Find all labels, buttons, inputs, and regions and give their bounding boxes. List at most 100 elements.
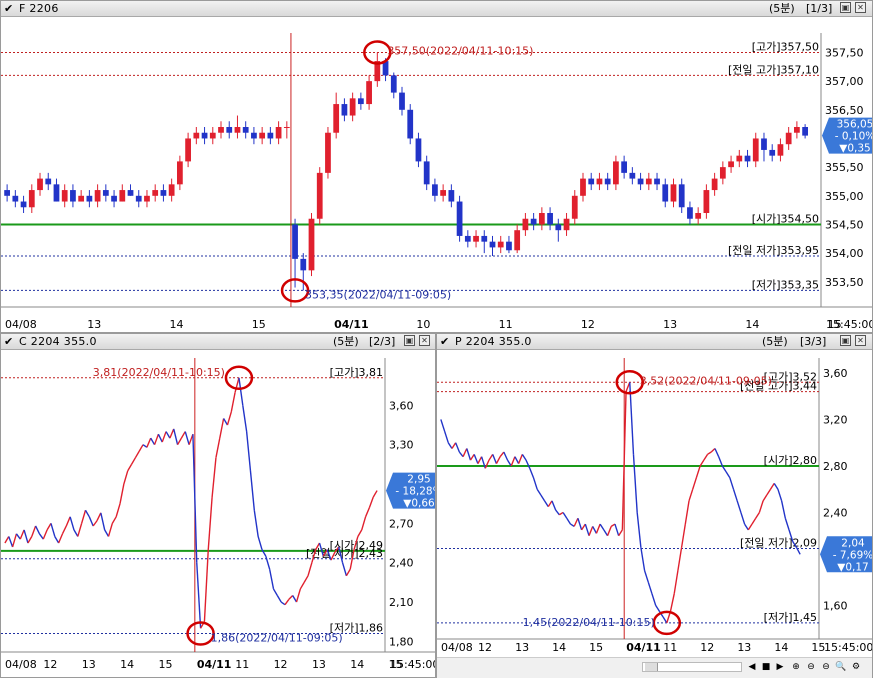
price-segment	[766, 488, 772, 496]
x-tick-label: 10	[416, 318, 430, 331]
badge-text: ▼0,17	[837, 561, 868, 573]
price-segment	[455, 442, 461, 453]
candle-body	[357, 98, 364, 105]
price-segment	[755, 512, 760, 519]
gear-icon[interactable]: ⚙	[850, 661, 862, 673]
candle-body	[621, 161, 628, 173]
candle-body	[497, 241, 504, 248]
settings-icon[interactable]: ▣	[840, 2, 851, 13]
candle-body	[489, 241, 496, 248]
x-tick-label: 13	[515, 641, 529, 654]
price-segment	[242, 405, 248, 432]
price-segment	[636, 512, 642, 548]
badge-text: - 7,69%	[833, 549, 872, 561]
price-segment	[54, 536, 60, 544]
price-segment	[104, 529, 110, 537]
candle-body	[176, 161, 183, 185]
price-segment	[743, 523, 749, 531]
candle-body	[645, 178, 652, 185]
price-segment	[364, 507, 371, 518]
period-label: (5분)	[762, 335, 788, 348]
scroll-left-icon[interactable]: ◀	[746, 661, 758, 673]
price-segment	[707, 451, 712, 455]
zoom-out-icon[interactable]: ⊖	[805, 661, 817, 673]
price-segment	[588, 526, 594, 536]
zoom-reset-icon[interactable]: ⊖	[820, 661, 832, 673]
price-segment	[599, 523, 605, 531]
price-segment	[603, 529, 609, 537]
close-icon[interactable]: ✕	[419, 335, 430, 346]
x-tick-label: 04/08	[5, 658, 37, 671]
zoom-in-icon[interactable]: ⊕	[790, 661, 802, 673]
x-tick-label: 12	[43, 658, 57, 671]
put-chart[interactable]: 3,603,202,802,402,001,60[고가]3,52[전일 고가]3…	[437, 349, 872, 659]
price-segment	[581, 523, 586, 531]
futures-chart-panel: ✔ F 2206 (5분) [1/3] ▣ ✕ 357,50 357,00 356,…	[0, 0, 873, 333]
candle-body	[514, 230, 521, 251]
price-segment	[718, 456, 724, 467]
price-segment	[514, 456, 520, 464]
chart-scrollbar[interactable]: ◀ ■ ▶ ⊕ ⊖ ⊖ 🔍 ⚙	[437, 657, 872, 678]
price-segment	[372, 490, 378, 498]
candle-body	[168, 184, 175, 196]
x-tick-label: 04/11	[334, 318, 369, 331]
price-segment	[249, 470, 256, 511]
price-segment	[573, 517, 579, 527]
high-note: 357,50(2022/04/11-10:15)	[387, 44, 533, 57]
candle-body	[547, 213, 553, 225]
candle-body	[777, 144, 784, 156]
candle-body	[242, 127, 249, 133]
x-tick-label: 13	[82, 658, 96, 671]
candle-body	[37, 178, 43, 191]
candle-body	[629, 172, 636, 179]
x-tick-label: 15	[589, 641, 603, 654]
price-segment	[180, 431, 186, 439]
stop-icon[interactable]: ■	[760, 661, 772, 673]
price-segment	[299, 582, 305, 590]
price-segment	[469, 453, 475, 461]
price-segment	[543, 500, 549, 508]
candle-body	[481, 235, 488, 242]
candle-body	[637, 178, 644, 185]
candle-body	[308, 218, 315, 271]
panel-checkbox[interactable]: ✔	[440, 335, 449, 348]
search-icon[interactable]: 🔍	[835, 661, 847, 673]
x-tick-label: 14	[350, 658, 364, 671]
price-segment	[84, 509, 90, 518]
price-segment	[555, 509, 560, 516]
candle-body	[654, 178, 660, 185]
price-segment	[695, 465, 701, 478]
price-segment	[740, 512, 746, 525]
call-chart-panel: ✔ C 2204 355.0 (5분) [2/3] ▣ ✕ 3,60 3,30 3,…	[0, 333, 436, 678]
candle-body	[687, 207, 693, 219]
candle-body	[119, 190, 126, 202]
settings-icon[interactable]: ▣	[840, 335, 851, 346]
candle-body	[259, 132, 266, 139]
price-segment	[127, 463, 133, 472]
price-segment	[11, 533, 18, 548]
close-icon[interactable]: ✕	[855, 335, 866, 346]
close-icon[interactable]: ✕	[855, 2, 866, 13]
settings-icon[interactable]: ▣	[404, 335, 415, 346]
candle-body	[226, 127, 233, 133]
futures-chart[interactable]: 357,50357,00356,50356,00355,50355,00354,…	[1, 16, 872, 332]
scroll-thumb[interactable]	[645, 663, 658, 671]
badge-text: 356,05	[837, 119, 872, 131]
price-segment	[673, 570, 679, 594]
candle-body	[695, 213, 702, 219]
price-segment	[119, 483, 125, 504]
scroll-right-icon[interactable]: ▶	[774, 661, 786, 673]
candle-body	[802, 127, 808, 136]
call-chart[interactable]: 3,603,303,002,702,402,101,80[고가]3,81[시가]…	[1, 349, 435, 677]
price-segment	[27, 536, 33, 544]
candle-body	[407, 109, 414, 139]
panel-checkbox[interactable]: ✔	[4, 335, 13, 348]
scroll-track[interactable]	[642, 662, 742, 672]
panel-checkbox[interactable]: ✔	[4, 2, 13, 15]
price-segment	[477, 456, 483, 464]
price-segment	[173, 428, 179, 445]
low-note: 1,86(2022/04/11-09:05)	[211, 632, 343, 645]
price-segment	[451, 442, 457, 449]
price-segment	[4, 536, 10, 544]
price-segment	[684, 500, 690, 525]
